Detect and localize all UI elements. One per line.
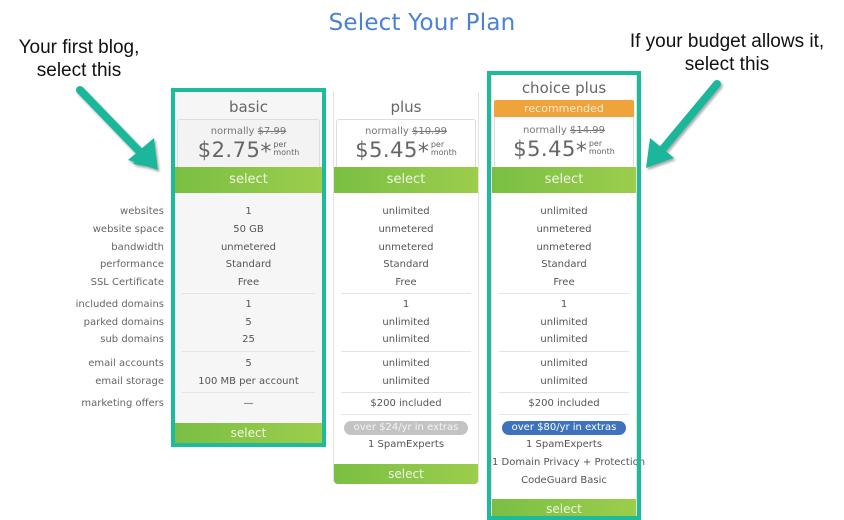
divider [341, 351, 471, 352]
annotation-left-line-1: Your first blog, [18, 37, 140, 58]
label-performance: performance [99, 259, 164, 270]
label-sub-domains: sub domains [100, 334, 164, 345]
feature-parked-domains: unlimited [382, 317, 430, 328]
price-period: per month [431, 141, 457, 157]
feature-email-accounts: unlimited [382, 358, 430, 369]
annotation-left-line-2: select this [36, 60, 122, 81]
label-email-accounts: email accounts [88, 358, 164, 369]
feature-websites: unlimited [382, 206, 430, 217]
label-included-domains: included domains [75, 299, 164, 310]
feature-performance: Standard [383, 259, 429, 270]
annotation-right: If your budget allows it, select this [616, 30, 838, 76]
price-asterisk: * [417, 140, 429, 165]
annotation-right-line-2: select this [684, 54, 770, 75]
label-bandwidth: bandwidth [111, 242, 164, 253]
annotation-right-line-1: If your budget allows it, [629, 31, 825, 52]
label-marketing-offers: marketing offers [81, 398, 164, 409]
feature-email-storage: unlimited [382, 376, 430, 387]
arrow-right-icon [646, 80, 721, 168]
label-websites: websites [120, 206, 164, 217]
annotation-left: Your first blog, select this [14, 36, 144, 82]
divider [341, 392, 471, 393]
plan-card-plus: plus normally $10.99 $5.45* per month sele… [333, 92, 479, 484]
highlight-frame-choice-plus [487, 71, 641, 520]
feature-marketing-offers: $200 included [370, 398, 442, 409]
strikethrough-price: $10.99 [411, 126, 447, 137]
label-ssl-certificate: SSL Certificate [90, 277, 164, 288]
label-email-storage: email storage [95, 376, 164, 387]
price-box: normally $10.99 $5.45* per month [336, 119, 476, 167]
feature-bandwidth: unmetered [378, 242, 434, 253]
highlight-frame-basic [171, 88, 326, 447]
extras-value-pill: over $24/yr in extras [344, 421, 468, 435]
period-label: month [430, 148, 457, 157]
label-parked-domains: parked domains [83, 317, 164, 328]
plan-name: plus [390, 98, 422, 116]
divider [341, 414, 471, 415]
price: $5.45* per month [337, 138, 475, 165]
feature-ssl: Free [395, 277, 417, 288]
label-website-space: website space [92, 224, 164, 235]
normally-label: normally [365, 126, 409, 137]
divider [341, 293, 471, 294]
feature-included-domains: 1 [402, 299, 410, 310]
normal-price: normally $10.99 [337, 126, 475, 137]
feature-website-space: unmetered [378, 224, 434, 235]
extra-item: 1 SpamExperts [367, 439, 445, 450]
feature-sub-domains: unlimited [382, 334, 430, 345]
price-amount: $5.45 [355, 138, 418, 162]
select-button-bottom[interactable]: select [334, 464, 478, 484]
arrow-left-icon [76, 86, 158, 170]
select-button-top[interactable]: select [334, 167, 478, 193]
